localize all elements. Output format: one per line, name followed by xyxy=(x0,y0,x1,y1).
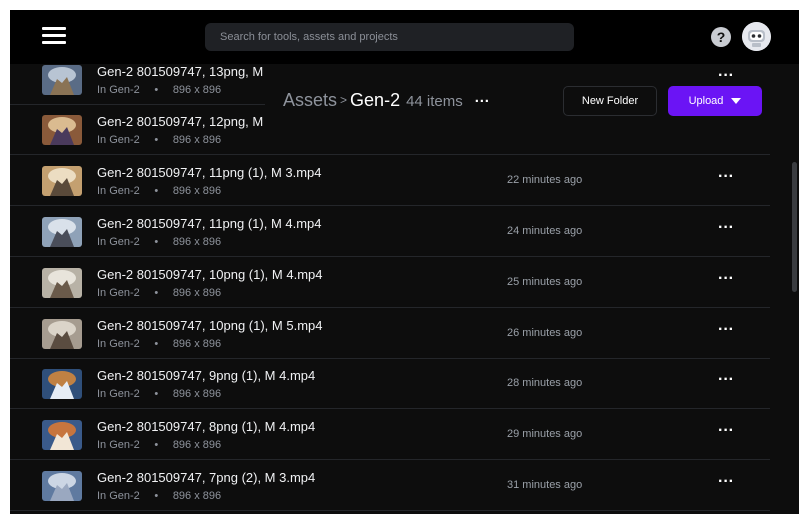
meta-separator: • xyxy=(154,236,159,248)
row-more-icon[interactable]: ··· xyxy=(716,271,736,292)
asset-meta: In Gen-2 • 896 x 896 xyxy=(97,338,221,350)
row-more-icon[interactable]: ··· xyxy=(716,169,736,190)
asset-timestamp: 26 minutes ago xyxy=(507,327,583,339)
asset-folder: In Gen-2 xyxy=(97,490,140,502)
row-more-icon[interactable]: ··· xyxy=(716,474,736,495)
meta-separator: • xyxy=(154,490,159,502)
asset-dimensions: 896 x 896 xyxy=(172,490,222,502)
asset-row[interactable]: Gen-2 801509747, 11png (1), M 3.mp4 In Ge… xyxy=(10,156,770,206)
breadcrumb-current: Gen-2 xyxy=(350,90,401,110)
asset-meta: In Gen-2 • 896 x 896 xyxy=(97,388,221,400)
asset-thumbnail xyxy=(42,369,82,399)
row-more-icon[interactable]: ··· xyxy=(716,220,736,241)
asset-row[interactable]: Gen-2 801509747, 11png (1), M 4.mp4 In Ge… xyxy=(10,207,770,257)
asset-row[interactable]: Gen-2 801509747, 9png (1), M 4.mp4 In Gen… xyxy=(10,359,770,409)
asset-timestamp: 28 minutes ago xyxy=(507,377,583,389)
asset-list: Gen-2 801509747, 13png, M In Gen-2 • 896 x … xyxy=(10,64,799,514)
breadcrumb-separator: > xyxy=(340,93,348,107)
asset-meta: In Gen-2 • 896 x 896 xyxy=(97,134,221,146)
breadcrumb-assets-link[interactable]: Assets xyxy=(283,90,337,110)
asset-folder: In Gen-2 xyxy=(97,338,140,350)
item-count: 44 items xyxy=(406,93,463,110)
asset-row[interactable]: Gen-2 801509747, 10png (1), M 5.mp4 In Ge… xyxy=(10,309,770,359)
row-more-icon[interactable]: ··· xyxy=(716,372,736,393)
asset-timestamp: 22 minutes ago xyxy=(507,174,583,186)
asset-title: Gen-2 801509747, 12png, M xyxy=(97,114,264,129)
asset-thumbnail xyxy=(42,471,82,501)
asset-thumbnail xyxy=(42,319,82,349)
assets-app: ? Gen-2 801509747, 13png, M In Gen-2 • 896 … xyxy=(10,10,799,514)
asset-meta: In Gen-2 • 896 x 896 xyxy=(97,490,221,502)
row-more-icon[interactable]: ··· xyxy=(716,322,736,343)
asset-meta: In Gen-2 • 896 x 896 xyxy=(97,236,221,248)
meta-separator: • xyxy=(154,185,159,197)
asset-thumbnail xyxy=(42,115,82,145)
asset-row[interactable]: Gen-2 801509747, 8png (1), M 4.mp4 In Gen… xyxy=(10,410,770,460)
asset-title: Gen-2 801509747, 13png, M xyxy=(97,64,264,79)
asset-thumbnail xyxy=(42,166,82,196)
top-bar: ? xyxy=(10,10,799,64)
asset-title: Gen-2 801509747, 11png (1), M 4.mp4 xyxy=(97,216,322,231)
asset-title: Gen-2 801509747, 9png (1), M 4.mp4 xyxy=(97,368,316,383)
meta-separator: • xyxy=(154,439,159,451)
row-more-icon[interactable]: ··· xyxy=(716,423,736,444)
asset-timestamp: 25 minutes ago xyxy=(507,276,583,288)
asset-folder: In Gen-2 xyxy=(97,439,140,451)
asset-thumbnail xyxy=(42,217,82,247)
meta-separator: • xyxy=(154,287,159,299)
asset-dimensions: 896 x 896 xyxy=(172,134,222,146)
menu-icon[interactable] xyxy=(42,27,66,45)
asset-thumbnail xyxy=(42,65,82,95)
asset-timestamp: 24 minutes ago xyxy=(507,225,583,237)
asset-title: Gen-2 801509747, 7png (2), M 3.mp4 xyxy=(97,470,316,485)
asset-thumbnail xyxy=(42,268,82,298)
meta-separator: • xyxy=(154,134,159,146)
search-input[interactable] xyxy=(205,23,574,51)
asset-row[interactable]: Gen-2 801509747, 10png (1), M 4.mp4 In Ge… xyxy=(10,258,770,308)
asset-dimensions: 896 x 896 xyxy=(172,439,222,451)
asset-dimensions: 896 x 896 xyxy=(172,84,222,96)
asset-title: Gen-2 801509747, 10png (1), M 5.mp4 xyxy=(97,318,323,333)
scrollbar-thumb[interactable] xyxy=(792,162,797,292)
asset-folder: In Gen-2 xyxy=(97,185,140,197)
breadcrumb: Assets > Gen-2 44 items ··· xyxy=(283,90,490,111)
asset-row[interactable]: Gen-2 801509747, 7png (2), M 3.mp4 In Gen… xyxy=(10,461,770,511)
asset-timestamp: 29 minutes ago xyxy=(507,428,583,440)
upload-label: Upload xyxy=(688,95,724,107)
asset-folder: In Gen-2 xyxy=(97,388,140,400)
new-folder-button[interactable]: New Folder xyxy=(563,86,657,116)
asset-meta: In Gen-2 • 896 x 896 xyxy=(97,84,221,96)
asset-dimensions: 896 x 896 xyxy=(172,388,222,400)
meta-separator: • xyxy=(154,388,159,400)
asset-title: Gen-2 801509747, 8png (1), M 4.mp4 xyxy=(97,419,316,434)
meta-separator: • xyxy=(154,338,159,350)
upload-button[interactable]: Upload xyxy=(668,86,762,116)
asset-dimensions: 896 x 896 xyxy=(172,236,222,248)
asset-timestamp: 31 minutes ago xyxy=(507,479,583,491)
asset-folder: In Gen-2 xyxy=(97,84,140,96)
asset-meta: In Gen-2 • 896 x 896 xyxy=(97,185,221,197)
avatar[interactable] xyxy=(742,22,771,51)
asset-folder: In Gen-2 xyxy=(97,287,140,299)
asset-thumbnail xyxy=(42,420,82,450)
asset-meta: In Gen-2 • 896 x 896 xyxy=(97,287,221,299)
asset-folder: In Gen-2 xyxy=(97,134,140,146)
chevron-down-icon xyxy=(731,98,742,105)
asset-folder: In Gen-2 xyxy=(97,236,140,248)
asset-dimensions: 896 x 896 xyxy=(172,185,222,197)
meta-separator: • xyxy=(154,84,159,96)
help-icon[interactable]: ? xyxy=(711,27,731,47)
folder-more-icon[interactable]: ··· xyxy=(475,93,490,110)
asset-title: Gen-2 801509747, 10png (1), M 4.mp4 xyxy=(97,267,323,282)
asset-title: Gen-2 801509747, 11png (1), M 3.mp4 xyxy=(97,165,322,180)
asset-dimensions: 896 x 896 xyxy=(172,287,222,299)
asset-meta: In Gen-2 • 896 x 896 xyxy=(97,439,221,451)
new-folder-label: New Folder xyxy=(581,95,639,107)
asset-dimensions: 896 x 896 xyxy=(172,338,222,350)
